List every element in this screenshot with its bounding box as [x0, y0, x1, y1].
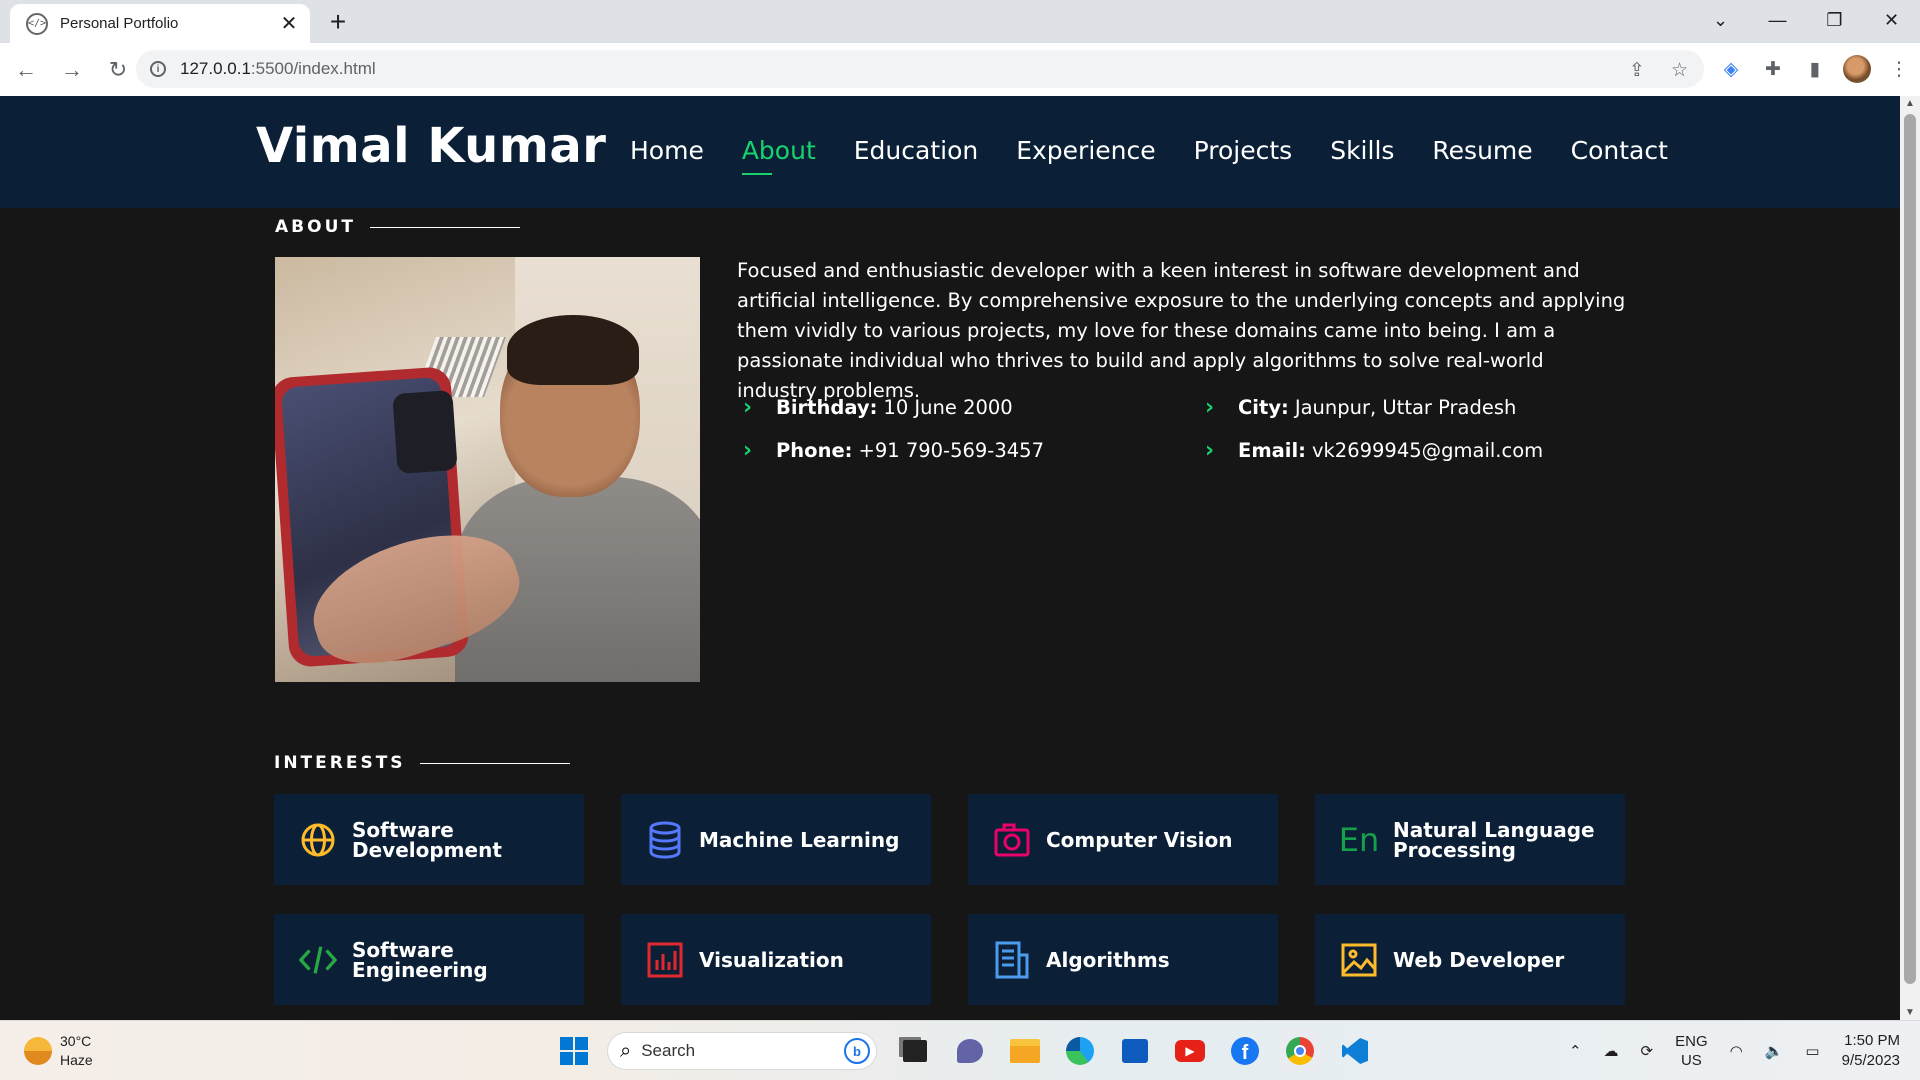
page-viewport: Vimal Kumar Home About Education Experie…: [0, 96, 1900, 1020]
nav-experience[interactable]: Experience: [1016, 136, 1155, 165]
site-header: Vimal Kumar Home About Education Experie…: [0, 96, 1900, 208]
minimize-button[interactable]: —: [1749, 0, 1806, 40]
code-icon: [299, 941, 337, 979]
forward-button[interactable]: →: [52, 50, 92, 90]
profile-photo: [275, 257, 700, 682]
tab-search-icon[interactable]: ⌄: [1692, 0, 1749, 40]
onedrive-cloud-icon[interactable]: ☁: [1604, 1042, 1619, 1060]
interest-card-visualization[interactable]: Visualization: [621, 914, 931, 1005]
info-birthday: › Birthday: 10 June 2000: [743, 395, 1013, 420]
database-icon: [646, 821, 684, 859]
bookmark-star-icon[interactable]: ☆: [1671, 59, 1688, 82]
main-nav: Home About Education Experience Projects…: [630, 136, 1706, 175]
language-icon: En: [1338, 820, 1380, 859]
windows-start-icon[interactable]: [552, 1029, 596, 1073]
chevron-right-icon: ›: [743, 438, 753, 463]
chevron-right-icon: ›: [743, 395, 753, 420]
volume-icon[interactable]: 🔈: [1765, 1042, 1784, 1060]
system-tray: ⌃ ☁ ⟳ ENG US ◠ 🔈 ▭ 1:50 PM 9/5/2023: [1569, 1029, 1920, 1073]
favicon-icon: </>: [26, 12, 48, 35]
youtube-icon[interactable]: ▶: [1168, 1029, 1212, 1073]
profile-avatar[interactable]: [1843, 55, 1871, 83]
sync-icon[interactable]: ⟳: [1641, 1042, 1654, 1060]
interest-card-software-engineering[interactable]: Software Engineering: [274, 914, 584, 1005]
weather-widget[interactable]: 30°C Haze: [24, 1032, 93, 1070]
browser-tab[interactable]: </> Personal Portfolio ✕: [10, 4, 310, 43]
address-bar[interactable]: i 127.0.0.1:5500/index.html ⇪ ☆: [136, 50, 1704, 88]
back-button[interactable]: ←: [6, 50, 46, 90]
scrollbar-thumb[interactable]: [1904, 114, 1916, 984]
file-explorer-icon[interactable]: [1003, 1029, 1047, 1073]
camera-icon: [993, 821, 1031, 859]
haze-sun-icon: [24, 1037, 52, 1065]
bar-chart-icon: [646, 941, 684, 979]
bing-icon: b: [844, 1038, 870, 1064]
share-icon[interactable]: ⇪: [1629, 59, 1645, 82]
wifi-icon[interactable]: ◠: [1730, 1042, 1743, 1060]
nav-resume[interactable]: Resume: [1432, 136, 1532, 165]
vscode-icon[interactable]: [1333, 1029, 1377, 1073]
taskbar-search[interactable]: ⌕ Search b: [607, 1032, 877, 1070]
teams-chat-icon[interactable]: [948, 1029, 992, 1073]
nav-skills[interactable]: Skills: [1330, 136, 1394, 165]
info-phone: › Phone: +91 790-569-3457: [743, 438, 1044, 463]
battery-icon[interactable]: ▭: [1805, 1042, 1819, 1060]
new-tab-button[interactable]: +: [322, 6, 354, 38]
close-window-button[interactable]: ✕: [1863, 0, 1920, 40]
language-indicator[interactable]: ENG US: [1675, 1032, 1708, 1070]
globe-icon: [299, 821, 337, 859]
reload-button[interactable]: ↻: [98, 50, 138, 90]
interest-card-machine-learning[interactable]: Machine Learning: [621, 794, 931, 885]
clock[interactable]: 1:50 PM 9/5/2023: [1842, 1031, 1900, 1071]
page-scrollbar[interactable]: ▲ ▼: [1900, 96, 1920, 1020]
search-icon: ⌕: [620, 1039, 632, 1062]
interests-section-title: INTERESTS: [274, 753, 570, 773]
windows-taskbar: 30°C Haze ⌕ Search b ▶ f ⌃ ☁ ⟳ ENG US ◠ 🔈 …: [0, 1020, 1920, 1080]
info-email: › Email: vk2699945@gmail.com: [1205, 438, 1544, 463]
chrome-icon[interactable]: [1278, 1029, 1322, 1073]
restore-button[interactable]: ❐: [1806, 0, 1863, 40]
side-panel-icon[interactable]: ▮: [1794, 49, 1836, 89]
extensions-puzzle-icon[interactable]: ✚: [1752, 49, 1794, 89]
chevron-right-icon: ›: [1205, 438, 1215, 463]
nav-education[interactable]: Education: [854, 136, 978, 165]
nav-contact[interactable]: Contact: [1571, 136, 1668, 165]
site-info-icon[interactable]: i: [150, 61, 166, 77]
nav-home[interactable]: Home: [630, 136, 704, 165]
facebook-icon[interactable]: f: [1223, 1029, 1267, 1073]
interest-card-software-development[interactable]: Software Development: [274, 794, 584, 885]
tab-title: Personal Portfolio: [60, 15, 179, 32]
tab-strip: </> Personal Portfolio ✕ + ⌄ — ❐ ✕: [0, 0, 1920, 43]
edge-icon[interactable]: [1058, 1029, 1102, 1073]
taskbar-apps: ⌕ Search b ▶ f: [552, 1029, 1388, 1073]
extension-drop-icon[interactable]: ◈: [1710, 49, 1752, 89]
interest-card-web-developer[interactable]: Web Developer: [1315, 914, 1625, 1005]
image-icon: [1340, 941, 1378, 979]
info-city: › City: Jaunpur, Uttar Pradesh: [1205, 395, 1517, 420]
scroll-down-arrow-icon[interactable]: ▼: [1900, 1007, 1920, 1018]
nav-projects[interactable]: Projects: [1194, 136, 1293, 165]
browser-toolbar: ← → ↻ i 127.0.0.1:5500/index.html ⇪ ☆ ◈ …: [0, 43, 1920, 96]
interest-card-computer-vision[interactable]: Computer Vision: [968, 794, 1278, 885]
chevron-right-icon: ›: [1205, 395, 1215, 420]
interest-card-algorithms[interactable]: Algorithms: [968, 914, 1278, 1005]
about-section-title: ABOUT: [275, 217, 520, 237]
window-controls: ⌄ — ❐ ✕: [1692, 0, 1920, 40]
menu-kebab-icon[interactable]: ⋮: [1878, 49, 1920, 89]
about-bio: Focused and enthusiastic developer with …: [737, 259, 1626, 402]
ms-store-icon[interactable]: [1113, 1029, 1157, 1073]
scroll-up-arrow-icon[interactable]: ▲: [1900, 98, 1920, 109]
close-tab-icon[interactable]: ✕: [278, 11, 300, 36]
site-brand[interactable]: Vimal Kumar: [256, 118, 606, 174]
nav-about[interactable]: About: [741, 136, 816, 175]
url-text: 127.0.0.1:5500/index.html: [180, 59, 376, 78]
task-view-icon[interactable]: [893, 1029, 937, 1073]
interest-card-natural-language-processing[interactable]: En Natural Language Processing: [1315, 794, 1625, 885]
chevron-up-icon[interactable]: ⌃: [1569, 1042, 1582, 1060]
document-icon: [993, 941, 1031, 979]
